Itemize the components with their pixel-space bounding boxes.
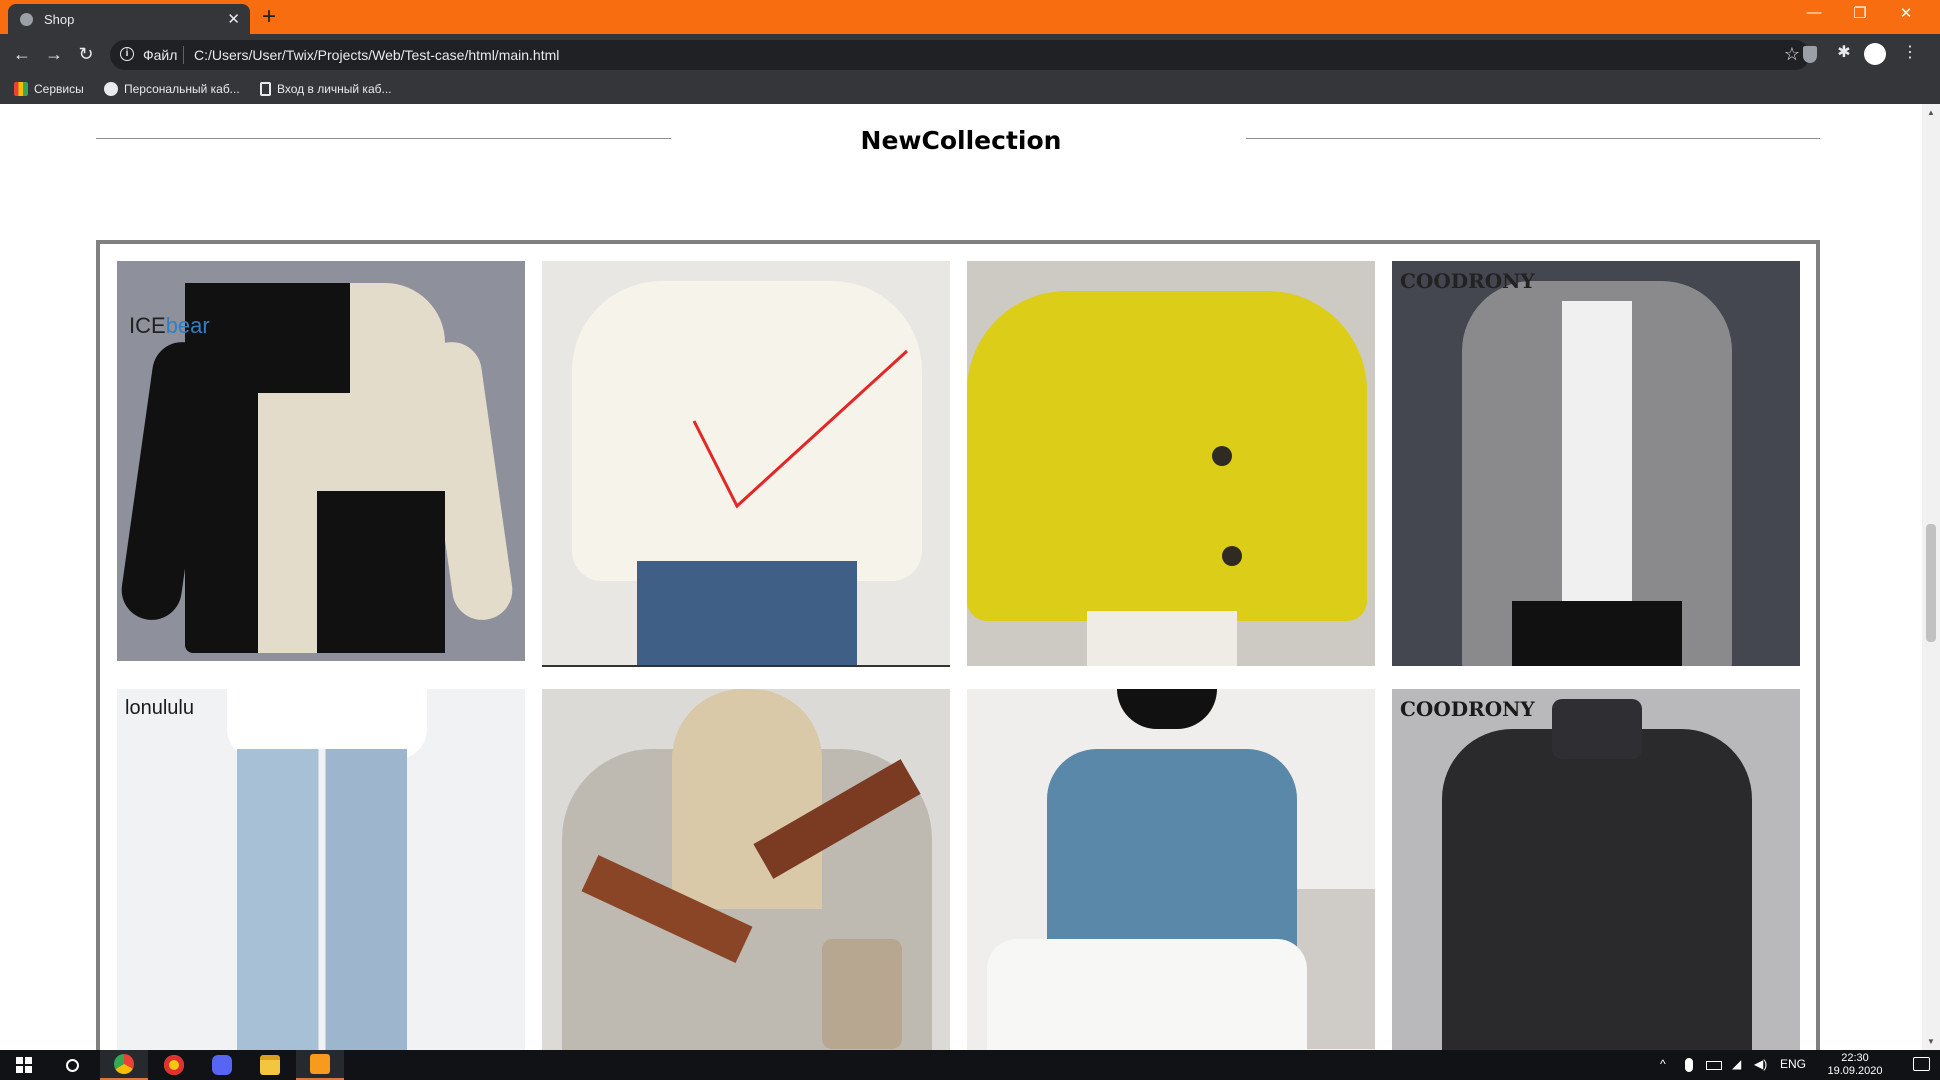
clock-date: 19.09.2020 (1827, 1065, 1883, 1077)
sweater-black-block-lower (317, 491, 445, 653)
clock-time: 22:30 (1841, 1052, 1869, 1064)
microphone-icon[interactable] (1685, 1058, 1693, 1072)
page-viewport: NewCollection ICEbear COODRONY lonululu … (0, 104, 1922, 1050)
document-icon (260, 82, 271, 96)
tab-shop[interactable]: Shop ✕ (8, 4, 250, 34)
bookmark-services[interactable]: Сервисы (14, 82, 84, 96)
brand-label: lonululu (125, 697, 194, 719)
yandex-icon (164, 1055, 184, 1075)
bookmark-label: Персональный каб... (124, 82, 240, 96)
search-icon (65, 1058, 79, 1072)
scrollbar-thumb[interactable] (1926, 524, 1936, 642)
cardigan-shape (967, 291, 1367, 621)
product-grid: ICEbear COODRONY lonululu COODRONY (96, 240, 1820, 1050)
product-card-7[interactable] (967, 689, 1375, 1050)
product-card-5[interactable]: lonululu (117, 689, 525, 1050)
scroll-up-icon[interactable]: ▲ (1927, 108, 1935, 117)
hair-shape (1117, 689, 1217, 729)
section-title: NewCollection (860, 126, 1062, 155)
scroll-down-icon[interactable]: ▼ (1927, 1037, 1935, 1046)
file-explorer-icon (260, 1055, 280, 1075)
bookmark-personal-cabinet[interactable]: Персональный каб... (104, 82, 240, 96)
brand-label: COODRONY (1400, 269, 1535, 293)
tab-title: Shop (44, 12, 75, 27)
product-card-3[interactable] (967, 261, 1375, 666)
close-window-button[interactable]: ✕ (1884, 4, 1928, 22)
page-scrollbar[interactable]: ▲ ▼ (1922, 104, 1940, 1050)
page-favicon-icon (20, 13, 33, 26)
taskbar-discord[interactable] (198, 1050, 246, 1080)
browser-toolbar: ← → ↻ i Файл C:/Users/User/Twix/Projects… (0, 34, 1940, 104)
pants-shape (1512, 601, 1682, 666)
restore-button[interactable]: ❐ (1838, 4, 1882, 22)
windows-taskbar: ^ ◢ ◀) ENG 22:30 19.09.2020 (0, 1050, 1940, 1080)
product-card-1[interactable]: ICEbear (117, 261, 525, 661)
browser-title-bar: Shop ✕ + — ❐ ✕ (0, 0, 1940, 34)
globe-icon (104, 82, 118, 96)
language-indicator[interactable]: ENG (1780, 1057, 1806, 1071)
product-card-4[interactable]: COODRONY (1392, 261, 1800, 666)
minimize-button[interactable]: — (1792, 4, 1836, 21)
url-text[interactable]: C:/Users/User/Twix/Projects/Web/Test-cas… (194, 47, 559, 63)
forward-button[interactable]: → (42, 42, 66, 66)
jeans-shape (237, 749, 407, 1050)
taskbar-yandex[interactable] (150, 1050, 198, 1080)
windows-start-button[interactable] (0, 1050, 48, 1080)
wifi-icon[interactable]: ◢ (1732, 1057, 1741, 1071)
shield-extension-icon[interactable] (1803, 46, 1817, 63)
pants-shape (987, 939, 1307, 1050)
tshirt-shape (1047, 749, 1297, 969)
red-checkmark-icon (692, 349, 909, 509)
bookmark-login-cabinet[interactable]: Вход в личный каб... (260, 82, 392, 96)
taskbar-file-explorer[interactable] (246, 1050, 294, 1080)
tab-close-icon[interactable]: ✕ (227, 10, 240, 28)
system-clock[interactable]: 22:30 19.09.2020 (1820, 1052, 1890, 1078)
browser-menu-icon[interactable]: ⋮ (1900, 43, 1920, 63)
reload-button[interactable]: ↻ (74, 42, 98, 66)
sublime-text-icon (310, 1054, 330, 1074)
brand-label: COODRONY (1400, 697, 1535, 721)
battery-icon[interactable] (1706, 1061, 1722, 1070)
bag-shape (822, 939, 902, 1049)
product-card-2[interactable] (542, 261, 950, 667)
new-tab-button[interactable]: + (262, 4, 276, 30)
bookmark-label: Сервисы (34, 82, 84, 96)
discord-icon (212, 1055, 232, 1075)
scheme-label: Файл (143, 47, 178, 63)
back-button[interactable]: ← (10, 42, 34, 66)
windows-start-icon (16, 1057, 32, 1073)
address-bar[interactable]: i Файл C:/Users/User/Twix/Projects/Web/T… (110, 40, 1810, 70)
profile-avatar[interactable] (1864, 43, 1886, 65)
chrome-icon (114, 1054, 134, 1074)
turtleneck-shape (1552, 699, 1642, 759)
extensions-puzzle-icon[interactable]: ✱ (1834, 43, 1854, 63)
apps-icon (14, 82, 28, 96)
brand-logo-ice: ICE (129, 313, 166, 338)
taskbar-chrome[interactable] (100, 1050, 148, 1080)
hair-shape (672, 689, 822, 909)
notification-center-icon[interactable] (1913, 1057, 1930, 1071)
site-info-icon[interactable]: i (120, 47, 134, 61)
brand-logo: ICEbear (129, 313, 210, 339)
product-card-8[interactable]: COODRONY (1392, 689, 1800, 1050)
shirt-shape (1562, 301, 1632, 601)
bookmark-star-icon[interactable]: ☆ (1784, 44, 1800, 65)
tray-chevron-icon[interactable]: ^ (1660, 1057, 1666, 1071)
volume-icon[interactable]: ◀) (1754, 1057, 1767, 1071)
bookmark-label: Вход в личный каб... (277, 82, 392, 96)
brand-logo-bear: bear (165, 313, 210, 338)
taskbar-sublime[interactable] (296, 1050, 344, 1080)
sweater-shape (1442, 729, 1752, 1050)
button-dot (1222, 546, 1242, 566)
bookmarks-bar: Сервисы Персональный каб... Вход в личны… (0, 74, 1940, 104)
title-rule-right (1246, 138, 1820, 139)
taskbar-search-button[interactable] (48, 1050, 96, 1080)
sweater-black-block (185, 283, 350, 393)
skirt-shape (1087, 611, 1237, 666)
button-dot (1212, 446, 1232, 466)
address-separator (183, 46, 184, 64)
product-card-6[interactable] (542, 689, 950, 1050)
